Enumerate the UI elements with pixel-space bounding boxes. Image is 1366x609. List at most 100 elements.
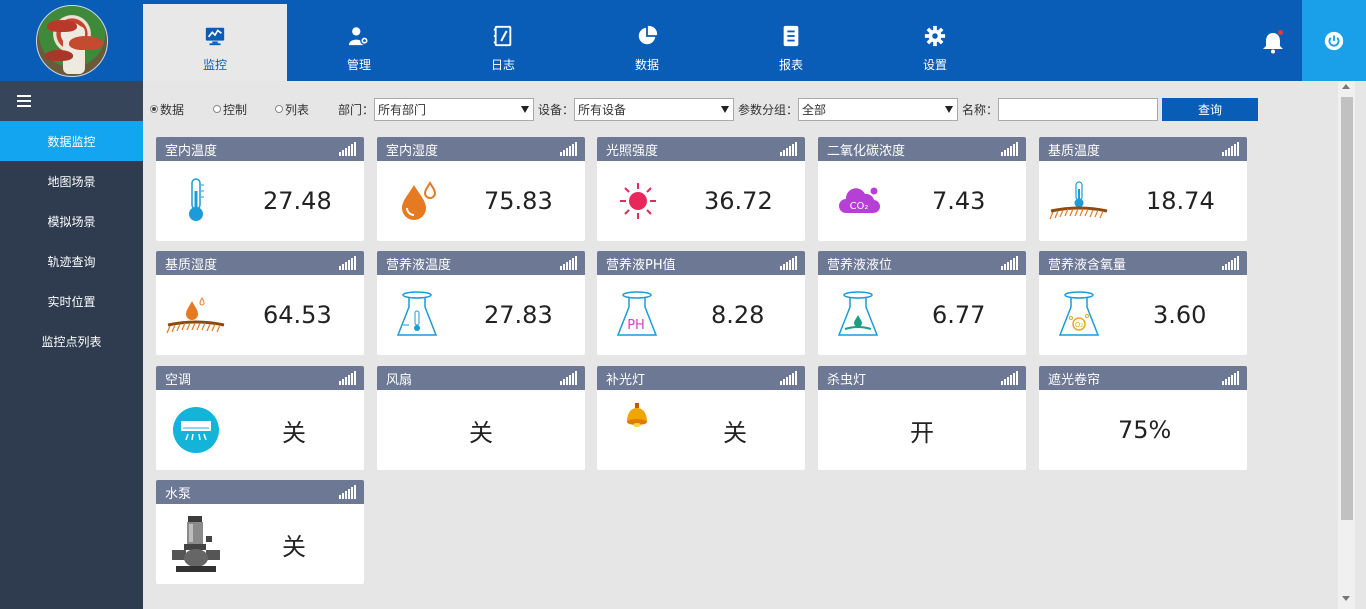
sidebar-item-track-query[interactable]: 轨迹查询 (0, 241, 143, 281)
query-button[interactable]: 查询 (1162, 97, 1259, 121)
card-header: 基质温度 (1039, 137, 1247, 161)
sidebar-item-map-scene[interactable]: 地图场景 (0, 161, 143, 201)
card-title: 室内湿度 (386, 143, 439, 159)
device-card-grow-light[interactable]: 补光灯 关 (597, 366, 805, 470)
power-icon (1324, 31, 1344, 50)
device-card-shade-curtain[interactable]: 遮光卷帘 75% (1039, 366, 1247, 470)
flask-oxygen-icon: O₂ (1057, 291, 1101, 339)
card-value: 7.43 (932, 187, 986, 215)
radio-circle (213, 105, 221, 113)
bell-icon[interactable] (1260, 30, 1286, 56)
signal-icon (560, 256, 577, 270)
soil-drop-icon (166, 295, 226, 339)
sensor-card-indoor-temperature[interactable]: 室内温度 27.48 (156, 137, 364, 241)
radio-data[interactable]: 数据 (150, 101, 213, 118)
flask-ph-icon: PH (615, 291, 659, 339)
sidebar-item-label: 模拟场景 (47, 214, 96, 229)
scrollbar-thumb[interactable] (1341, 97, 1353, 520)
sidebar-item-simulation-scene[interactable]: 模拟场景 (0, 201, 143, 241)
signal-icon (1222, 371, 1239, 385)
department-label: 部门： (338, 102, 375, 117)
sensor-card-nutrient-oxygen[interactable]: 营养液含氧量 O₂ 3.60 (1039, 251, 1247, 355)
radio-list[interactable]: 列表 (275, 101, 338, 118)
filter-bar: 数据 控制 列表 部门： 所有部门 设备： 所有设备 参数分组： 全部 名称： … (150, 96, 1259, 122)
tab-label: 监控 (202, 58, 227, 72)
sidebar-item-label: 轨迹查询 (47, 254, 96, 269)
sidebar-item-data-monitor[interactable]: 数据监控 (0, 121, 143, 161)
card-header: 风扇 (377, 366, 585, 390)
card-header: 二氧化碳浓度 (818, 137, 1026, 161)
sidebar-item-label: 数据监控 (47, 134, 96, 149)
tab-manage[interactable]: 管理 (287, 4, 431, 81)
card-value: 18.74 (1146, 187, 1215, 215)
device-card-air-conditioner[interactable]: 空调 关 (156, 366, 364, 470)
tab-monitor[interactable]: 监控 (143, 4, 287, 81)
radio-label: 数据 (160, 102, 185, 117)
sidebar-item-realtime-location[interactable]: 实时位置 (0, 281, 143, 321)
sidebar-item-monitor-point-list[interactable]: 监控点列表 (0, 321, 143, 361)
air-conditioner-icon (173, 407, 219, 453)
sensor-card-light-intensity[interactable]: 光照强度 36.72 (597, 137, 805, 241)
signal-icon (560, 371, 577, 385)
card-header: 光照强度 (597, 137, 805, 161)
power-button[interactable] (1302, 0, 1366, 81)
signal-icon (1001, 371, 1018, 385)
card-title: 水泵 (165, 486, 192, 502)
water-drop-icon (399, 179, 437, 221)
sensor-card-substrate-temperature[interactable]: 基质温度 18.74 (1039, 137, 1247, 241)
tab-settings[interactable]: 设置 (863, 4, 1007, 81)
card-header: 营养液PH值 (597, 251, 805, 275)
name-input[interactable] (998, 97, 1159, 121)
radio-circle (150, 105, 158, 113)
lamp-icon (623, 402, 651, 428)
param-group-label: 参数分组： (738, 102, 799, 117)
sensor-card-substrate-humidity[interactable]: 基质湿度 64.53 (156, 251, 364, 355)
sensor-card-nutrient-level[interactable]: 营养液液位 6.77 (818, 251, 1026, 355)
tab-data[interactable]: 数据 (575, 4, 719, 81)
card-value: 27.83 (484, 301, 553, 329)
sensor-card-indoor-humidity[interactable]: 室内湿度 75.83 (377, 137, 585, 241)
radio-control[interactable]: 控制 (213, 101, 275, 118)
scroll-up-arrow-icon[interactable] (1342, 84, 1350, 89)
sensor-card-nutrient-ph[interactable]: 营养液PH值 PH 8.28 (597, 251, 805, 355)
card-title: 遮光卷帘 (1048, 372, 1101, 388)
signal-icon (339, 485, 356, 499)
card-header: 营养液温度 (377, 251, 585, 275)
device-card-fan[interactable]: 风扇 关 (377, 366, 585, 470)
scroll-down-arrow-icon[interactable] (1342, 596, 1350, 601)
svg-text:O₂: O₂ (1075, 321, 1084, 329)
tab-report[interactable]: 报表 (719, 4, 863, 81)
card-title: 基质温度 (1048, 143, 1101, 159)
card-value: 64.53 (263, 301, 332, 329)
card-header: 杀虫灯 (818, 366, 1026, 390)
card-value: 关 (282, 532, 306, 561)
device-card-insect-lamp[interactable]: 杀虫灯 开 (818, 366, 1026, 470)
card-title: 空调 (165, 372, 192, 388)
signal-icon (1001, 142, 1018, 156)
device-card-water-pump[interactable]: 水泵 关 (156, 480, 364, 584)
card-title: 基质湿度 (165, 257, 218, 273)
card-value: 关 (723, 418, 747, 447)
card-header: 补光灯 (597, 366, 805, 390)
soil-thermometer-icon (1049, 181, 1109, 225)
department-select[interactable]: 所有部门 (374, 97, 535, 121)
sensor-card-co2[interactable]: 二氧化碳浓度 CO₂ 7.43 (818, 137, 1026, 241)
sidebar-toggle[interactable] (0, 81, 143, 121)
param-group-select[interactable]: 全部 (798, 97, 959, 121)
device-value: 所有设备 (578, 102, 627, 117)
card-title: 补光灯 (606, 372, 646, 388)
card-header: 空调 (156, 366, 364, 390)
card-value: 关 (282, 418, 306, 447)
card-value: 关 (469, 418, 493, 447)
card-value: 75.83 (484, 187, 553, 215)
pie-chart-icon (635, 24, 659, 48)
card-title: 营养液PH值 (606, 257, 676, 273)
signal-icon (339, 256, 356, 270)
sensor-card-nutrient-temperature[interactable]: 营养液温度 27.83 (377, 251, 585, 355)
param-group-value: 全部 (802, 102, 827, 117)
tab-label: 报表 (778, 58, 803, 72)
device-select[interactable]: 所有设备 (574, 97, 735, 121)
tab-log[interactable]: 日志 (431, 4, 575, 81)
sidebar-item-label: 地图场景 (47, 174, 96, 189)
signal-icon (780, 256, 797, 270)
